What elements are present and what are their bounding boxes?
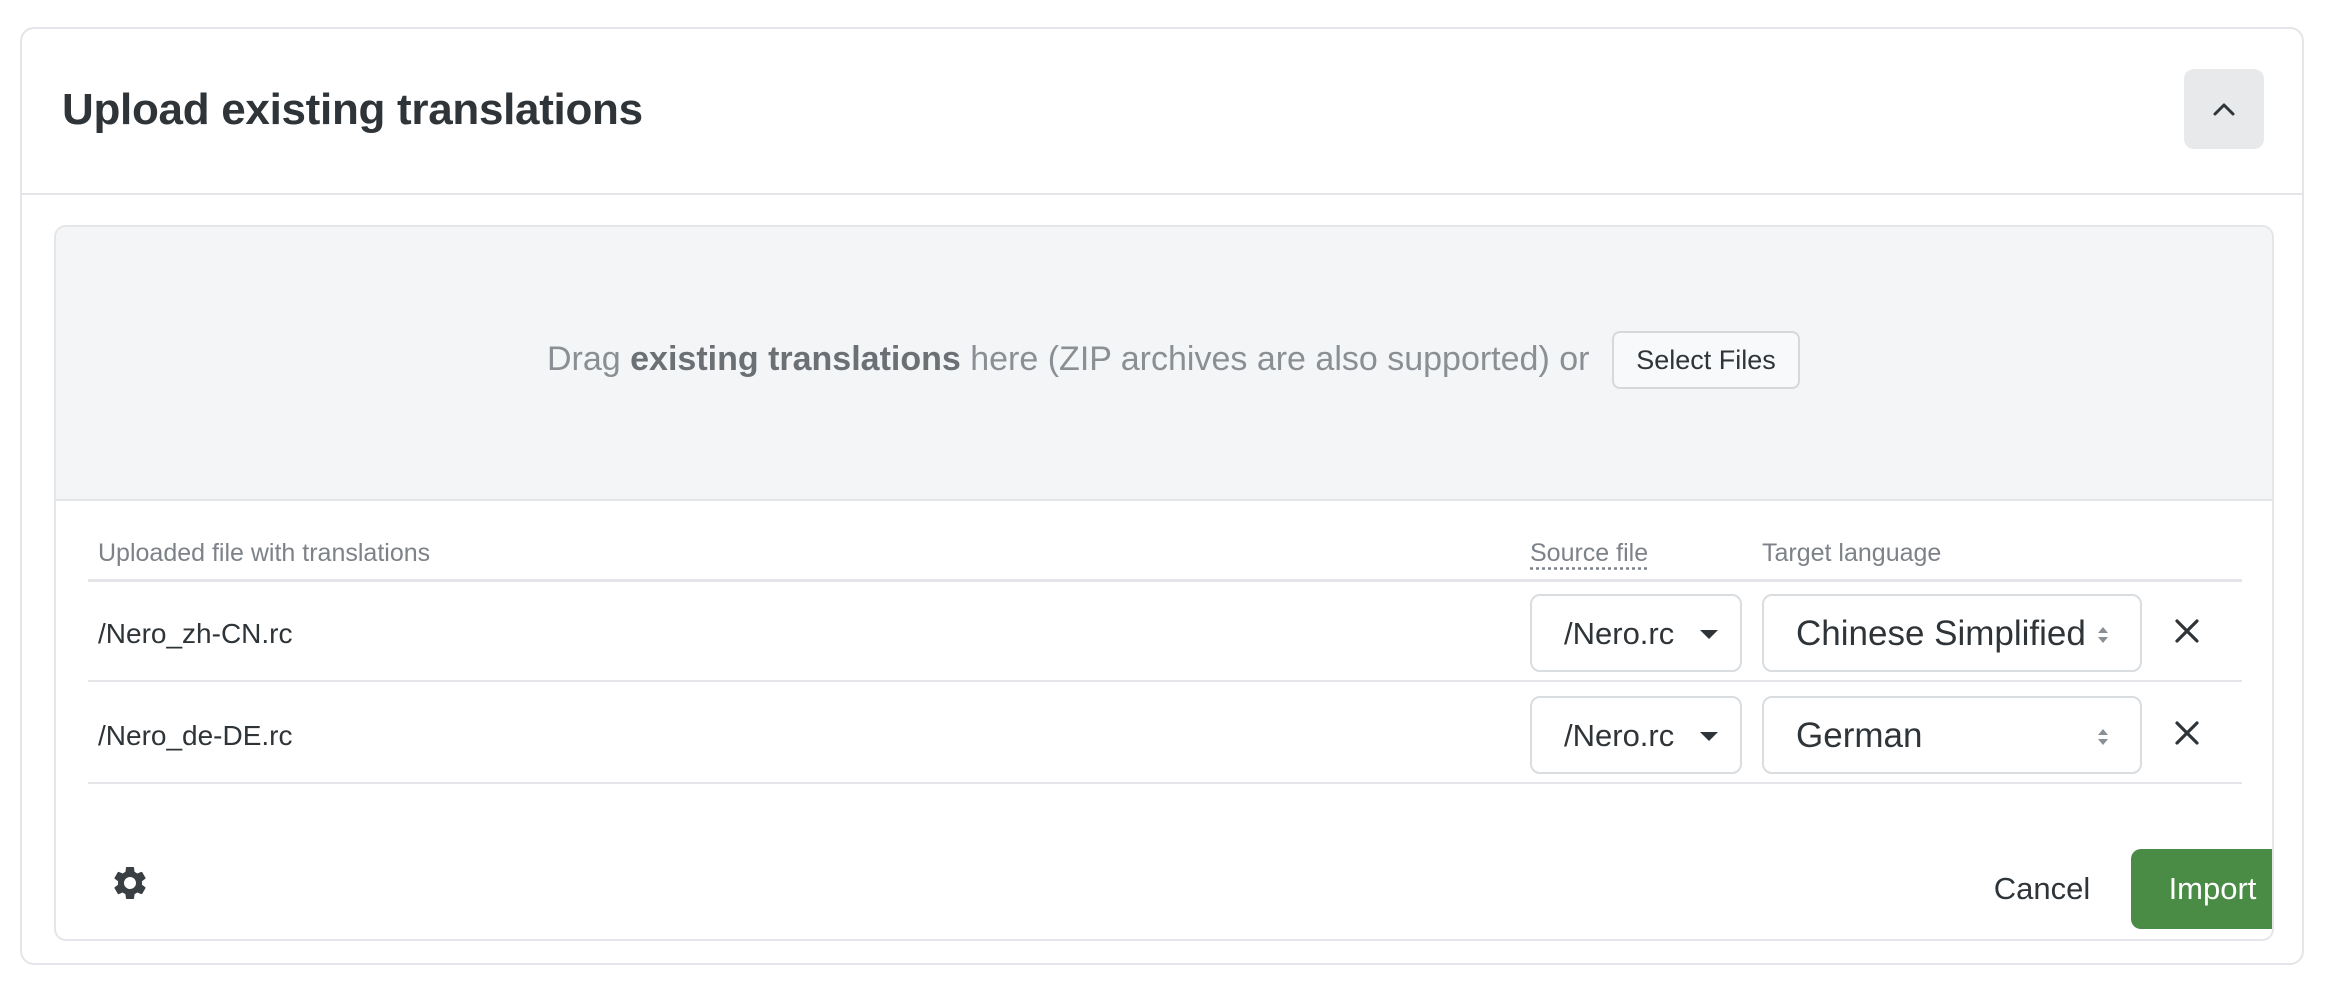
collapse-button[interactable]: [2184, 69, 2264, 149]
select-files-button[interactable]: Select Files: [1612, 331, 1800, 389]
target-language-select[interactable]: German: [1762, 696, 2142, 774]
cancel-button[interactable]: Cancel: [1958, 849, 2126, 929]
caret-down-icon: [1700, 732, 1718, 741]
dropzone-text-strong: existing translations: [630, 340, 961, 378]
remove-row-button[interactable]: [2164, 608, 2210, 654]
target-language-value: German: [1796, 716, 1923, 755]
import-button[interactable]: Import: [2131, 849, 2272, 929]
upload-card: Drag existing translations here (ZIP arc…: [54, 225, 2274, 941]
target-language-select[interactable]: Chinese Simplified: [1762, 594, 2142, 672]
source-file-value: /Nero.rc: [1564, 718, 1675, 753]
panel-header: Upload existing translations: [22, 29, 2302, 195]
file-dropzone[interactable]: Drag existing translations here (ZIP arc…: [56, 227, 2272, 501]
close-icon: [2175, 619, 2199, 643]
sort-arrows-icon: [2098, 729, 2108, 745]
uploaded-filename: /Nero_de-DE.rc: [98, 720, 293, 751]
close-icon: [2175, 721, 2199, 745]
column-header-source: Source file: [1530, 539, 1649, 567]
source-file-value: /Nero.rc: [1564, 616, 1675, 651]
column-header-file: Uploaded file with translations: [98, 539, 431, 567]
source-file-select[interactable]: /Nero.rc: [1530, 594, 1742, 672]
caret-down-icon: [1700, 630, 1718, 639]
gear-icon[interactable]: [110, 863, 150, 903]
uploaded-filename: /Nero_zh-CN.rc: [98, 618, 293, 649]
panel-title: Upload existing translations: [62, 85, 643, 134]
dropzone-text-before: Drag: [547, 340, 631, 378]
target-language-value: Chinese Simplified: [1796, 614, 2086, 653]
dropzone-instructions: Drag existing translations here (ZIP arc…: [547, 340, 1589, 379]
source-file-select[interactable]: /Nero.rc: [1530, 696, 1742, 774]
dropzone-text-after: here (ZIP archives are also supported) o…: [960, 340, 1590, 378]
chevron-up-icon: [2213, 103, 2235, 116]
upload-translations-panel: Upload existing translations Drag existi…: [20, 27, 2304, 965]
table-row: /Nero_de-DE.rc /Nero.rc German: [88, 684, 2242, 784]
remove-row-button[interactable]: [2164, 710, 2210, 756]
column-header-target: Target language: [1762, 539, 1942, 567]
sort-arrows-icon: [2098, 627, 2108, 643]
table-row: /Nero_zh-CN.rc /Nero.rc Chinese Simplifi…: [88, 582, 2242, 682]
